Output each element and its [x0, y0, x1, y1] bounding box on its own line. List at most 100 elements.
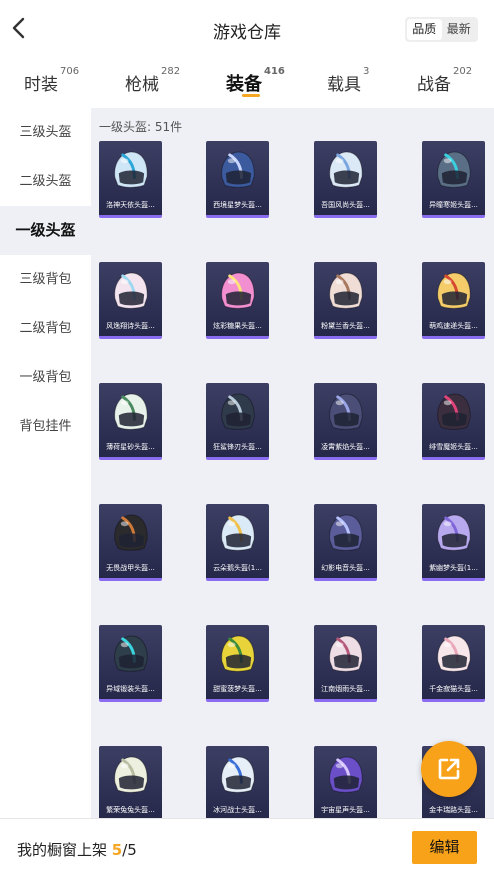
showcase-total: /5 — [122, 841, 137, 859]
sidebar-item-level3-helmet[interactable]: 三级头盔 — [0, 108, 91, 157]
tab-supplies[interactable]: 战备202 — [417, 66, 472, 95]
sidebar-item-level3-backpack[interactable]: 三级背包 — [0, 255, 91, 304]
helmet-icon — [329, 514, 363, 551]
item-card[interactable]: 洛神天依头盔... — [99, 141, 162, 218]
share-external-icon — [438, 758, 460, 780]
item-name: 薄荷星砂头盔... — [106, 443, 155, 451]
edit-button[interactable]: 编辑 — [412, 831, 477, 864]
helmet-icon — [329, 151, 363, 188]
item-name: 金丰瑞路头盔... — [429, 806, 478, 814]
tab-fashion[interactable]: 时装706 — [24, 66, 79, 95]
item-name: 炫彩糖果头盔... — [213, 322, 262, 330]
active-tab-indicator — [242, 94, 260, 97]
subcategory-sidebar: 三级头盔 二级头盔 一级头盔 三级背包 二级背包 一级背包 背包挂件 — [0, 108, 91, 818]
helmet-icon — [114, 635, 148, 672]
item-name: 宇宙星声头盔... — [321, 806, 370, 814]
category-tabs: 时装706 枪械282 装备416 载具3 战备202 — [0, 60, 494, 106]
tab-label: 装备 — [226, 74, 262, 95]
showcase-footer: 我的橱窗上架 5/5 编辑 — [0, 818, 494, 875]
helmet-icon — [221, 514, 255, 551]
item-card[interactable]: 江南烟雨头盔... — [314, 625, 377, 702]
item-name: 风逸翔诗头盔... — [106, 322, 155, 330]
item-card[interactable]: 紫幽梦头盔(1... — [422, 504, 485, 581]
item-card[interactable]: 无畏战甲头盔... — [99, 504, 162, 581]
tab-label: 时装 — [24, 75, 58, 95]
item-name: 无畏战甲头盔... — [106, 564, 155, 572]
item-name: 萌鸡速递头盔... — [429, 322, 478, 330]
item-name: 吾国风尚头盔... — [321, 201, 370, 209]
item-card[interactable]: 绯雪魔姬头盔... — [422, 383, 485, 460]
item-card[interactable]: 异域锻装头盔... — [99, 625, 162, 702]
item-card[interactable]: 西境星梦头盔... — [206, 141, 269, 218]
item-name: 异域锻装头盔... — [106, 685, 155, 693]
share-button[interactable] — [421, 741, 477, 797]
item-name: 冰河战士头盔... — [213, 806, 262, 814]
item-card[interactable]: 风逸翔诗头盔... — [99, 262, 162, 339]
sort-latest-option[interactable]: 最新 — [442, 19, 477, 40]
sidebar-item-level1-helmet[interactable]: 一级头盔 — [0, 206, 91, 255]
sort-toggle: 品质 最新 — [405, 17, 478, 42]
item-card[interactable]: 千金寂猫头盔... — [422, 625, 485, 702]
item-name: 云朵鹅头盔(1... — [213, 564, 262, 572]
helmet-icon — [221, 151, 255, 188]
tab-guns[interactable]: 枪械282 — [125, 66, 180, 95]
helmet-icon — [437, 635, 471, 672]
item-card[interactable]: 粉黛兰香头盔... — [314, 262, 377, 339]
item-card[interactable]: 宇宙星声头盔... — [314, 746, 377, 818]
item-card[interactable]: 狂鲨锋刃头盔... — [206, 383, 269, 460]
item-name: 幻影电音头盔... — [321, 564, 370, 572]
item-name: 异瞳寒姬头盔... — [429, 201, 478, 209]
item-card[interactable]: 异瞳寒姬头盔... — [422, 141, 485, 218]
helmet-icon — [114, 272, 148, 309]
helmet-icon — [114, 151, 148, 188]
item-card[interactable]: 甜蜜菠梦头盔... — [206, 625, 269, 702]
tab-count: 202 — [453, 66, 473, 77]
tab-label: 枪械 — [125, 75, 159, 95]
item-name: 紫幽梦头盔(1... — [429, 564, 478, 572]
tab-label: 载具 — [327, 75, 361, 95]
item-card[interactable]: 炫彩糖果头盔... — [206, 262, 269, 339]
item-card[interactable]: 幻影电音头盔... — [314, 504, 377, 581]
item-name: 西境星梦头盔... — [213, 201, 262, 209]
tab-label: 战备 — [417, 75, 451, 95]
item-card[interactable]: 云朵鹅头盔(1... — [206, 504, 269, 581]
item-name: 绯雪魔姬头盔... — [429, 443, 478, 451]
item-name: 粉黛兰香头盔... — [321, 322, 370, 330]
sidebar-item-level2-helmet[interactable]: 二级头盔 — [0, 157, 91, 206]
helmet-icon — [437, 514, 471, 551]
sidebar-item-level2-backpack[interactable]: 二级背包 — [0, 304, 91, 353]
sort-quality-option[interactable]: 品质 — [407, 19, 442, 40]
helmet-icon — [221, 272, 255, 309]
tab-count: 3 — [363, 66, 370, 77]
item-card[interactable]: 凌霄紫焰头盔... — [314, 383, 377, 460]
showcase-label: 我的橱窗上架 — [17, 841, 108, 859]
sidebar-item-level1-backpack[interactable]: 一级背包 — [0, 353, 91, 402]
item-card[interactable]: 冰河战士头盔... — [206, 746, 269, 818]
item-name: 繁荣兔兔头盔... — [106, 806, 155, 814]
showcase-count: 5 — [111, 841, 123, 859]
tab-count: 706 — [60, 66, 80, 77]
item-name: 千金寂猫头盔... — [429, 685, 478, 693]
item-grid-panel: 一级头盔: 51件 洛神天依头盔... 西境星梦头盔... 吾国风尚头盔... 异瞳寒… — [91, 108, 494, 818]
helmet-icon — [437, 393, 471, 430]
helmet-icon — [329, 272, 363, 309]
tab-equipment[interactable]: 装备416 — [226, 66, 285, 96]
item-name: 凌霄紫焰头盔... — [321, 443, 370, 451]
item-card[interactable]: 萌鸡速递头盔... — [422, 262, 485, 339]
top-bar: 游戏仓库 品质 最新 — [0, 0, 494, 58]
item-name: 狂鲨锋刃头盔... — [213, 443, 262, 451]
tab-count: 282 — [161, 66, 181, 77]
item-card[interactable]: 薄荷星砂头盔... — [99, 383, 162, 460]
helmet-icon — [329, 635, 363, 672]
item-name: 洛神天依头盔... — [106, 201, 155, 209]
sidebar-item-backpack-charm[interactable]: 背包挂件 — [0, 402, 91, 451]
showcase-status: 我的橱窗上架 5/5 — [17, 839, 137, 860]
helmet-icon — [114, 393, 148, 430]
helmet-icon — [114, 514, 148, 551]
tab-vehicles[interactable]: 载具3 — [327, 66, 369, 95]
helmet-icon — [329, 393, 363, 430]
item-card[interactable]: 繁荣兔兔头盔... — [99, 746, 162, 818]
section-label: 一级头盔: 51件 — [99, 120, 183, 134]
item-card[interactable]: 吾国风尚头盔... — [314, 141, 377, 218]
helmet-icon — [329, 756, 363, 793]
